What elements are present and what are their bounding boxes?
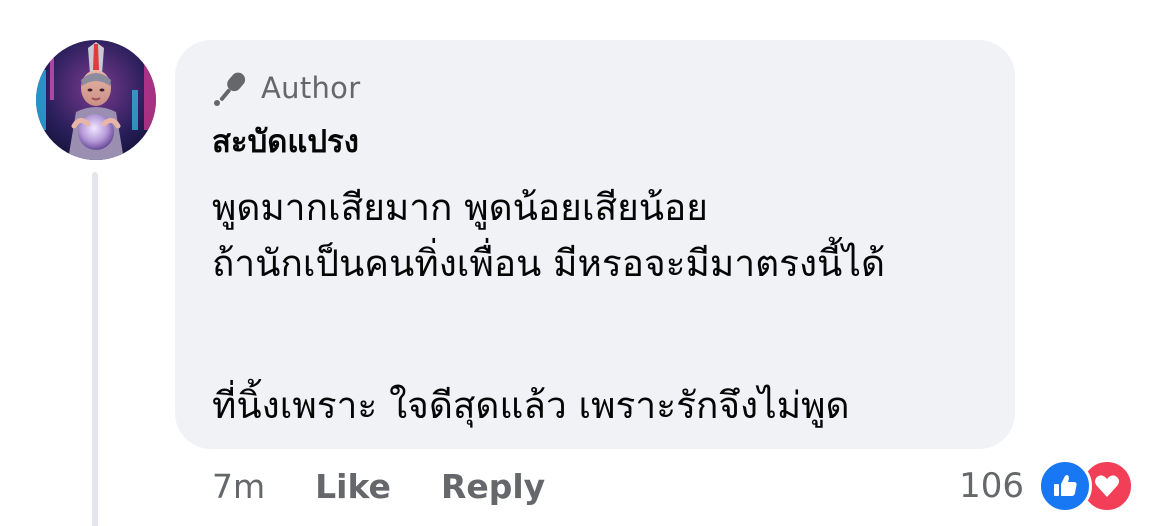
author-badge: Author <box>213 66 360 110</box>
comment-line: พูดมากเสียมาก พูดน้อยเสียน้อย <box>212 186 708 229</box>
comment-line: ที่นิ้งเพราะ ใจดีสุดแล้ว เพราะรักจึงไม่พ… <box>212 384 850 427</box>
thread-line <box>92 172 98 526</box>
like-icon <box>1038 459 1092 513</box>
reaction-summary[interactable]: 106 <box>959 459 1134 513</box>
avatar-image <box>36 40 156 160</box>
like-button[interactable]: Like <box>315 467 391 506</box>
author-badge-label: Author <box>261 71 361 105</box>
comment-author-name[interactable]: สะบัดแปรง <box>212 120 359 164</box>
comment-line <box>212 292 992 378</box>
comment-actions: 7m Like Reply <box>212 462 595 510</box>
microphone-icon <box>213 69 249 107</box>
comment-line: ถ้านักเป็นคนทิ่งเพื่อน มีหรอจะมีมาตรงนี้… <box>212 242 885 285</box>
comment-body: พูดมากเสียมาก พูดน้อยเสียน้อย ถ้านักเป็น… <box>212 180 992 434</box>
avatar[interactable] <box>36 40 156 160</box>
comment-thread: Author สะบัดแปรง พูดมากเสียมาก พูดน้อยเส… <box>0 0 1170 526</box>
reaction-count: 106 <box>959 466 1024 506</box>
comment-bubble: Author สะบัดแปรง พูดมากเสียมาก พูดน้อยเส… <box>175 40 1015 449</box>
comment-timestamp[interactable]: 7m <box>212 467 265 506</box>
reply-button[interactable]: Reply <box>441 467 545 506</box>
reaction-icons <box>1038 459 1134 513</box>
